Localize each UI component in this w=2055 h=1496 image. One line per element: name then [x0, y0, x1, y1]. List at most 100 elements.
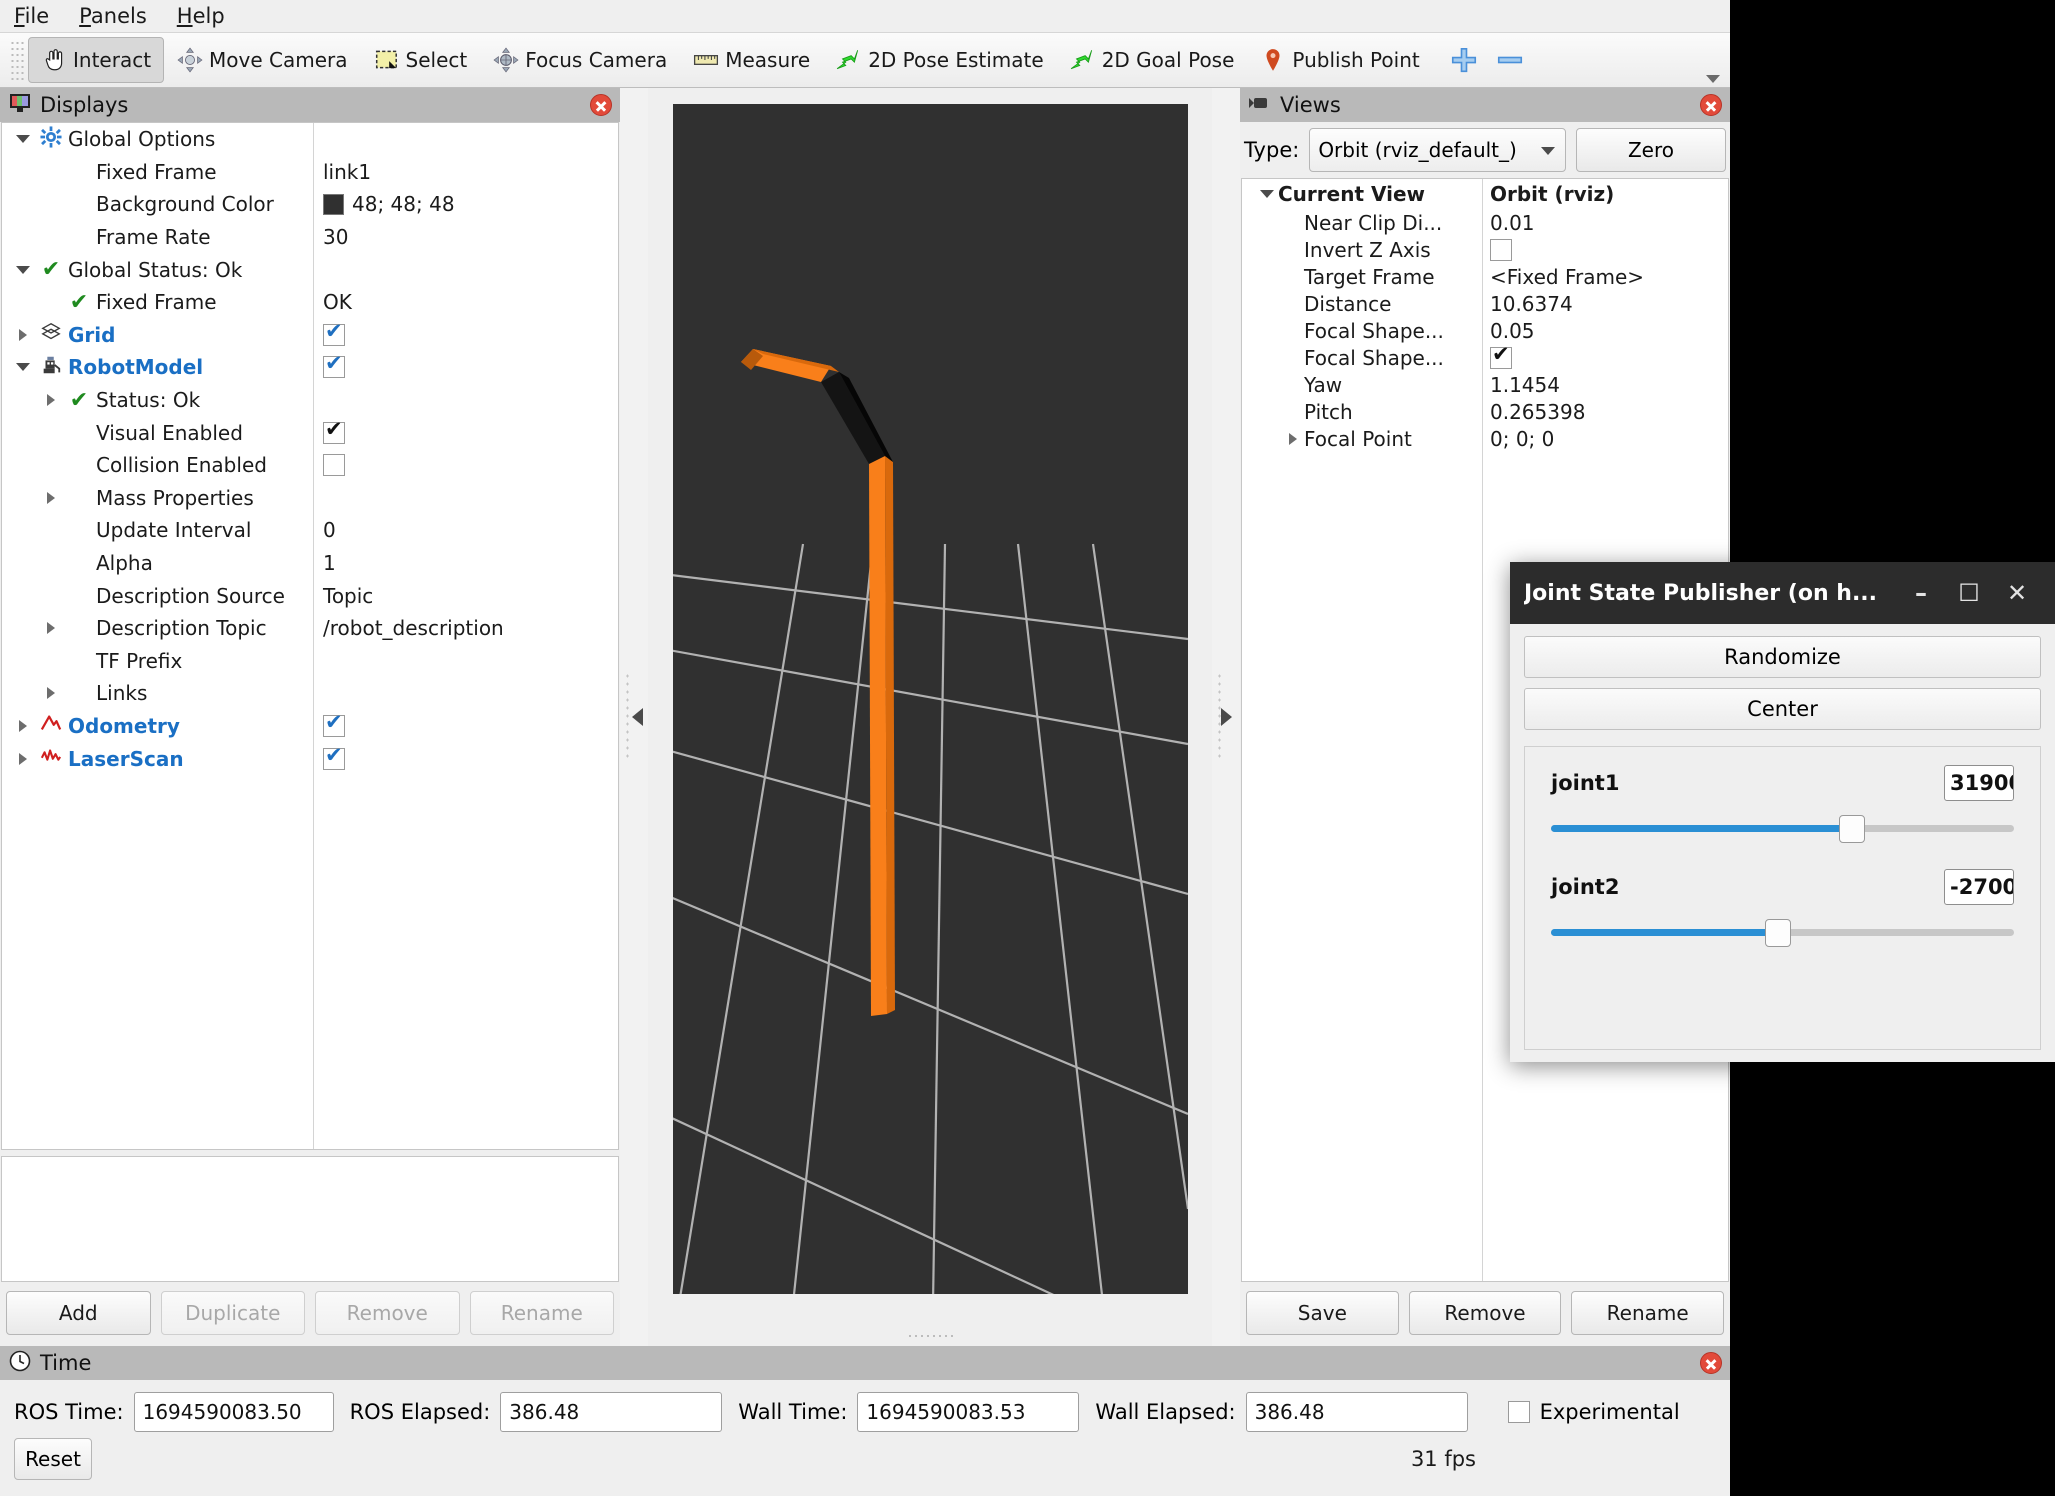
displays-row-update-interval[interactable]: Update Interval 0 [2, 514, 618, 547]
chevron-right-icon[interactable] [40, 622, 62, 635]
displays-row-collision-enabled[interactable]: Collision Enabled [2, 449, 618, 482]
displays-row-visual-enabled[interactable]: Visual Enabled [2, 416, 618, 449]
chevron-down-icon[interactable] [12, 135, 34, 144]
views-row-value-cell[interactable]: <Fixed Frame> [1482, 265, 1644, 289]
displays-row-description-source[interactable]: Description Source Topic [2, 579, 618, 612]
views-row-value-cell[interactable] [1482, 343, 1512, 369]
displays-row-checkbox[interactable] [323, 352, 345, 379]
displays-row-checkbox[interactable] [323, 454, 345, 477]
displays-row-frame-rate[interactable]: Frame Rate 30 [2, 221, 618, 254]
minimize-icon[interactable]: – [1897, 579, 1945, 607]
view-type-combo[interactable]: Orbit (rviz_default_) [1309, 128, 1566, 172]
views-row-value-cell[interactable]: 0; 0; 0 [1482, 427, 1554, 451]
views-row-focal-shape[interactable]: Focal Shape... 0.05 [1242, 317, 1728, 344]
chevron-right-icon[interactable] [40, 394, 62, 407]
tool-measure[interactable]: Measure [680, 37, 823, 83]
chevron-right-icon[interactable] [12, 328, 34, 341]
displays-row-value-cell[interactable]: 48; 48; 48 [313, 192, 455, 216]
chevron-right-icon[interactable] [12, 719, 34, 732]
views-row-near-clip-di[interactable]: Near Clip Di... 0.01 [1242, 209, 1728, 236]
chevron-right-icon[interactable] [12, 752, 34, 765]
close-icon[interactable]: ✕ [1993, 579, 2041, 607]
save-view-button[interactable]: Save [1246, 1291, 1399, 1335]
displays-row-value-cell[interactable] [313, 744, 345, 770]
chevron-down-icon[interactable] [12, 265, 34, 274]
tool-publish-point[interactable]: Publish Point [1247, 37, 1432, 83]
views-row-value-cell[interactable] [1482, 238, 1512, 261]
zero-button[interactable]: Zero [1576, 128, 1726, 172]
remove-display-button[interactable]: Remove [315, 1291, 460, 1335]
displays-row-checkbox[interactable] [323, 418, 345, 444]
displays-row-fixed-frame[interactable]: Fixed Frame link1 [2, 156, 618, 189]
viewport-resize-handle[interactable] [648, 1324, 1212, 1346]
displays-row-value-cell[interactable] [313, 352, 345, 379]
displays-row-value-cell[interactable]: 30 [313, 225, 348, 249]
experimental-checkbox[interactable] [1507, 1401, 1530, 1423]
displays-row-value-cell[interactable]: OK [313, 290, 352, 314]
chevron-right-icon[interactable] [1282, 432, 1304, 445]
chevron-down-icon[interactable] [1256, 190, 1278, 198]
views-row-value-cell[interactable]: 0.265398 [1482, 400, 1585, 424]
slider-knob[interactable] [1838, 815, 1865, 843]
menu-help[interactable]: Help [177, 4, 225, 28]
displays-row-value-cell[interactable]: /robot_description [313, 616, 504, 640]
menu-panels[interactable]: Panels [79, 4, 147, 28]
rename-display-button[interactable]: Rename [469, 1291, 614, 1335]
tool-focus-camera[interactable]: Focus Camera [480, 37, 680, 83]
displays-row-value-cell[interactable]: link1 [313, 160, 371, 184]
views-row-value-cell[interactable]: Orbit (rviz) [1482, 182, 1614, 206]
views-row-current-view[interactable]: Current View Orbit (rviz) [1242, 179, 1728, 209]
minus-icon[interactable] [1495, 45, 1525, 75]
chevron-right-icon[interactable] [40, 491, 62, 504]
3d-viewport[interactable] [672, 104, 1188, 1294]
displays-row-fixed-frame[interactable]: ✔ Fixed Frame OK [2, 286, 618, 319]
views-row-checkbox[interactable] [1490, 238, 1512, 261]
displays-row-mass-properties[interactable]: Mass Properties [2, 482, 618, 515]
views-row-focal-shape[interactable]: Focal Shape... [1242, 343, 1728, 371]
chevron-down-icon[interactable] [1706, 75, 1720, 83]
displays-row-checkbox[interactable] [323, 711, 345, 737]
displays-row-global-options[interactable]: Global Options [2, 123, 618, 156]
displays-tree[interactable]: Global Options Fixed Frame link1 Background… [1, 122, 619, 1150]
wall-time-input[interactable]: 1694590083.53 [857, 1392, 1080, 1432]
views-row-yaw[interactable]: Yaw 1.1454 [1242, 371, 1728, 398]
displays-row-grid[interactable]: Grid [2, 319, 618, 352]
displays-row-value-cell[interactable] [313, 418, 345, 444]
rename-view-button[interactable]: Rename [1571, 1291, 1725, 1335]
close-icon[interactable] [1700, 94, 1722, 116]
tool-interact[interactable]: Interact [28, 37, 165, 83]
displays-row-alpha[interactable]: Alpha 1 [2, 547, 618, 580]
slider-knob[interactable] [1764, 919, 1791, 947]
joint-state-publisher-dialog[interactable]: Joint State Publisher (on h... – ☐ ✕ Ran… [1510, 562, 2055, 1062]
displays-row-status-ok[interactable]: ✔ Status: Ok [2, 384, 618, 417]
menu-file[interactable]: File [14, 4, 49, 28]
remove-view-button[interactable]: Remove [1408, 1291, 1562, 1335]
joint-value-input[interactable]: -270000 [1944, 869, 2014, 905]
close-icon[interactable] [590, 94, 612, 116]
displays-row-value-cell[interactable]: Topic [313, 584, 373, 608]
right-splitter[interactable] [1212, 88, 1240, 1346]
maximize-icon[interactable]: ☐ [1945, 579, 1993, 607]
displays-row-value-cell[interactable]: 0 [313, 518, 336, 542]
joint-slider[interactable] [1551, 813, 2014, 843]
displays-row-value-cell[interactable]: 1 [313, 551, 336, 575]
displays-row-odometry[interactable]: Odometry [2, 710, 618, 743]
tool-2d-goal-pose[interactable]: 2D Goal Pose [1057, 37, 1248, 83]
randomize-button[interactable]: Randomize [1524, 636, 2041, 678]
displays-row-value-cell[interactable] [313, 454, 345, 477]
views-row-target-frame[interactable]: Target Frame <Fixed Frame> [1242, 263, 1728, 290]
views-row-distance[interactable]: Distance 10.6374 [1242, 290, 1728, 317]
views-row-invert-z-axis[interactable]: Invert Z Axis [1242, 236, 1728, 263]
views-row-value-cell[interactable]: 0.01 [1482, 211, 1535, 235]
tool-select[interactable]: Select [361, 37, 481, 83]
displays-row-robotmodel[interactable]: RobotModel [2, 351, 618, 384]
displays-row-links[interactable]: Links [2, 677, 618, 710]
close-icon[interactable] [1700, 1352, 1722, 1374]
chevron-right-icon[interactable] [40, 687, 62, 700]
joint-value-input[interactable]: 319000 [1944, 765, 2014, 801]
joint-slider[interactable] [1551, 917, 2014, 947]
displays-row-checkbox[interactable] [323, 320, 345, 346]
center-button[interactable]: Center [1524, 688, 2041, 730]
displays-row-laserscan[interactable]: LaserScan [2, 742, 618, 775]
tool-2d-pose-estimate[interactable]: 2D Pose Estimate [823, 37, 1057, 83]
